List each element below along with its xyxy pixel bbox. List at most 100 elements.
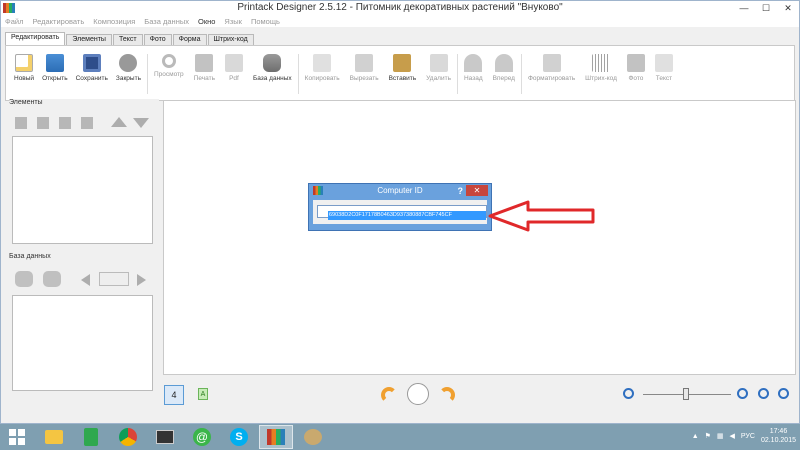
taskbar-printack[interactable] xyxy=(259,425,293,449)
menu-bar: Файл Редактировать Композиция База данны… xyxy=(1,15,799,27)
forward-button[interactable]: Вперед xyxy=(493,54,515,82)
barcode-button[interactable]: Штрих-код xyxy=(585,54,617,82)
record-field[interactable] xyxy=(99,272,129,286)
back-button[interactable]: Назад xyxy=(464,54,483,82)
next-record-icon[interactable] xyxy=(137,274,146,286)
tray-arrow-icon[interactable]: ▲ xyxy=(692,433,699,440)
folder-open-icon xyxy=(45,54,64,72)
page-number-button[interactable]: 4 xyxy=(164,385,184,405)
start-button[interactable] xyxy=(0,425,34,449)
mail-at-icon: @ xyxy=(193,428,211,446)
menu-composition[interactable]: Композиция xyxy=(93,17,135,26)
save-button[interactable]: Сохранить xyxy=(76,54,108,82)
print-button[interactable]: Печать xyxy=(194,54,215,82)
database-list[interactable] xyxy=(12,295,153,391)
redo-icon xyxy=(494,54,513,72)
barcode-element-icon[interactable] xyxy=(37,117,49,129)
dialog-title-bar[interactable]: Computer ID ? ✕ xyxy=(309,184,491,198)
taskbar-calculator[interactable] xyxy=(74,425,108,449)
folder-icon xyxy=(45,430,63,444)
trash-icon xyxy=(429,54,448,72)
copy-icon xyxy=(313,54,332,72)
dialog-help-button[interactable]: ? xyxy=(458,184,464,198)
zoom-out-icon[interactable] xyxy=(623,388,634,399)
window-title: Printack Designer 2.5.12 - Питомник деко… xyxy=(237,2,563,13)
dialog-close-button[interactable]: ✕ xyxy=(466,185,488,196)
image-element-icon[interactable] xyxy=(59,117,71,129)
photo-button[interactable]: Фото xyxy=(626,54,645,82)
tray-network-icon[interactable]: ▦ xyxy=(717,432,724,440)
open-button[interactable]: Открыть xyxy=(42,54,68,82)
zoom-slider-thumb[interactable] xyxy=(683,388,689,400)
elements-list[interactable] xyxy=(12,136,153,244)
text-icon xyxy=(654,54,673,72)
photo-icon xyxy=(626,54,645,72)
menu-window[interactable]: Окно xyxy=(198,17,215,26)
format-icon xyxy=(542,54,561,72)
format-button[interactable]: Форматировать xyxy=(528,54,575,82)
add-element-icon[interactable] xyxy=(15,117,27,129)
copy-button[interactable]: Копировать xyxy=(305,54,340,82)
ribbon-tabs: Редактировать Элементы Текст Фото Форма … xyxy=(1,32,799,45)
tab-barcode[interactable]: Штрих-код xyxy=(207,34,254,45)
tray-volume-icon[interactable]: ◀ xyxy=(730,432,735,440)
zoom-fit-icon[interactable] xyxy=(758,388,769,399)
text-element-icon[interactable] xyxy=(81,117,93,129)
title-bar[interactable]: Printack Designer 2.5.12 - Питомник деко… xyxy=(1,1,799,15)
tab-edit[interactable]: Редактировать xyxy=(5,32,66,45)
delete-button[interactable]: Удалить xyxy=(426,54,451,82)
taskbar-explorer[interactable] xyxy=(37,425,71,449)
tab-form[interactable]: Форма xyxy=(172,34,207,45)
scissors-icon xyxy=(355,54,374,72)
move-down-icon[interactable] xyxy=(133,118,149,128)
taskbar-skype[interactable]: S xyxy=(222,425,256,449)
rotation-dial[interactable] xyxy=(407,383,429,405)
tab-elements[interactable]: Элементы xyxy=(66,34,112,45)
database-connect-icon[interactable] xyxy=(15,271,33,287)
minimize-button[interactable]: — xyxy=(733,1,755,15)
database-button[interactable]: База данных xyxy=(253,54,292,82)
close-window-button[interactable]: ✕ xyxy=(777,1,799,15)
text-button[interactable]: Текст xyxy=(654,54,673,82)
tab-text[interactable]: Текст xyxy=(112,34,143,45)
new-button[interactable]: Новый xyxy=(14,54,34,82)
zoom-in-icon[interactable] xyxy=(737,388,748,399)
zoom-actual-icon[interactable] xyxy=(778,388,789,399)
red-arrow-shape xyxy=(488,200,595,232)
clipboard-icon xyxy=(393,54,412,72)
menu-edit[interactable]: Редактировать xyxy=(32,17,84,26)
move-up-icon[interactable] xyxy=(111,117,127,127)
cut-button[interactable]: Вырезать xyxy=(350,54,379,82)
rotate-right-icon[interactable] xyxy=(439,387,455,403)
database-table-icon[interactable] xyxy=(43,271,61,287)
maximize-button[interactable]: ☐ xyxy=(755,1,777,15)
bottom-bar: 4 A xyxy=(1,379,799,413)
tray-flag-icon[interactable]: ⚑ xyxy=(705,432,711,440)
menu-file[interactable]: Файл xyxy=(5,17,23,26)
magnifier-icon xyxy=(161,54,176,68)
prev-record-icon[interactable] xyxy=(81,274,90,286)
taskbar-chrome[interactable] xyxy=(111,425,145,449)
menu-help[interactable]: Помощь xyxy=(251,17,280,26)
tray-clock[interactable]: 17:46 02.10.2015 xyxy=(761,427,796,445)
taskbar-media[interactable] xyxy=(148,425,182,449)
database-panel: База данных xyxy=(9,253,159,391)
menu-database[interactable]: База данных xyxy=(144,17,189,26)
paste-button[interactable]: Вставить xyxy=(389,54,416,82)
taskbar-paint[interactable] xyxy=(296,425,330,449)
page-tag[interactable]: A xyxy=(198,388,208,400)
menu-language[interactable]: Язык xyxy=(224,17,242,26)
system-tray: ▲ ⚑ ▦ ◀ РУС 17:46 02.10.2015 xyxy=(686,427,796,445)
palette-icon xyxy=(304,429,322,445)
design-canvas[interactable] xyxy=(163,100,796,375)
taskbar-mail[interactable]: @ xyxy=(185,425,219,449)
pdf-button[interactable]: Pdf xyxy=(224,54,243,82)
tab-photo[interactable]: Фото xyxy=(143,34,172,45)
preview-button[interactable]: Просмотр xyxy=(154,54,184,78)
tray-language[interactable]: РУС xyxy=(741,433,755,440)
rotate-left-icon[interactable] xyxy=(381,387,397,403)
close-file-button[interactable]: Закрыть xyxy=(116,54,141,82)
skype-icon: S xyxy=(230,428,248,446)
save-icon xyxy=(82,54,101,72)
undo-icon xyxy=(464,54,483,72)
